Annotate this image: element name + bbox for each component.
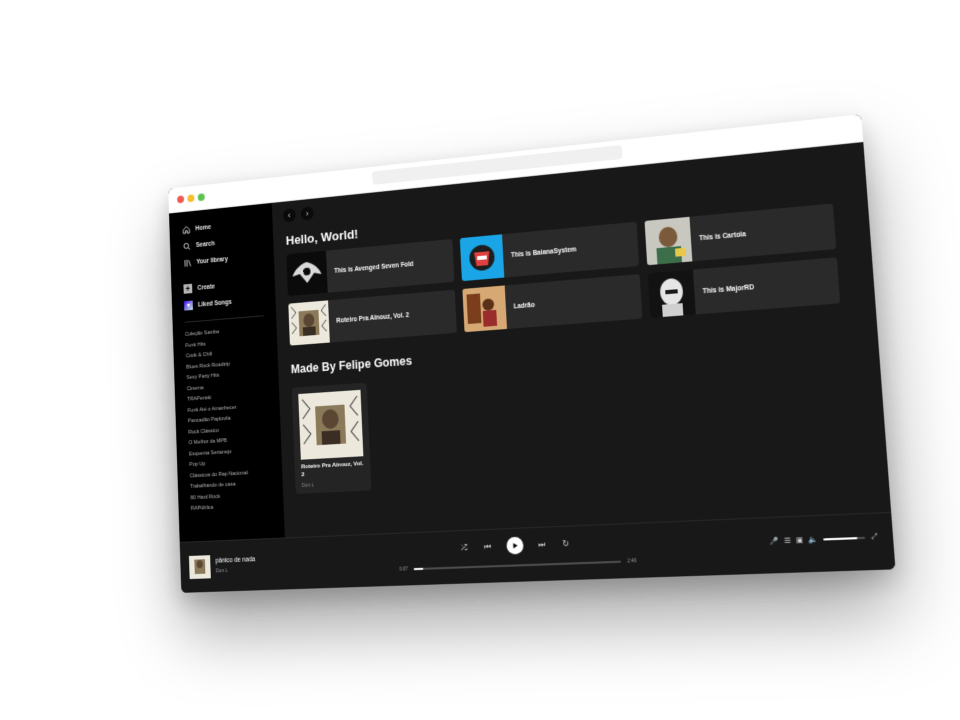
page-greeting: Hello, World!	[285, 226, 359, 248]
home-icon	[181, 224, 190, 234]
album-cover	[462, 285, 508, 333]
progress-row: 0:07 2:46	[399, 558, 636, 572]
fullscreen-icon[interactable]: ⤢	[871, 533, 878, 542]
album-card[interactable]: Roteiro Pra Aïnouz, Vol. 2 Don L	[291, 382, 372, 495]
quick-card[interactable]: This is Cartola	[644, 203, 837, 266]
progress-fill	[413, 567, 424, 570]
quick-card[interactable]: This is MajorRD	[647, 257, 841, 318]
library-icon	[183, 258, 192, 268]
volume-fill	[823, 537, 858, 541]
volume-slider[interactable]	[823, 536, 866, 541]
album-cover	[647, 269, 696, 318]
elapsed-time: 0:07	[399, 566, 408, 572]
create-label: Create	[197, 283, 216, 292]
quick-card-title: This is Avenged Seven Fold	[334, 260, 414, 275]
quick-card[interactable]: This is BaianaSystem	[459, 221, 640, 282]
sidebar: Home Search Your library + Create ♥ Like…	[169, 202, 285, 543]
repeat-icon[interactable]: ↻	[560, 539, 571, 549]
next-track-icon[interactable]: ⏭	[536, 539, 547, 550]
nav-home-label: Home	[195, 223, 212, 232]
queue-icon[interactable]: ☰	[784, 536, 791, 545]
search-icon	[182, 241, 191, 251]
screenshot-scene: Home Search Your library + Create ♥ Like…	[0, 0, 960, 720]
quick-card-title: This is BaianaSystem	[510, 245, 577, 259]
quick-card[interactable]: Ladrão	[462, 274, 643, 333]
album-title: Roteiro Pra Aïnouz, Vol. 2	[301, 461, 364, 478]
nav-library-label: Your library	[196, 255, 228, 266]
quick-card-title: This is Cartola	[698, 230, 747, 242]
album-cover	[298, 389, 364, 460]
browser-window: Home Search Your library + Create ♥ Like…	[168, 114, 896, 593]
section-title: Made By Felipe Gomes	[290, 353, 413, 377]
liked-songs-label: Liked Songs	[197, 298, 232, 309]
devices-icon[interactable]: ▣	[796, 536, 804, 545]
maximize-window-dot[interactable]	[197, 193, 205, 202]
quick-card[interactable]: This is Avenged Seven Fold	[286, 238, 455, 297]
forward-button[interactable]: ›	[300, 206, 314, 221]
play-icon	[512, 542, 518, 549]
minimize-window-dot[interactable]	[187, 194, 195, 203]
spotify-app: Home Search Your library + Create ♥ Like…	[169, 142, 896, 593]
album-cover	[459, 234, 505, 282]
heart-icon: ♥	[183, 300, 193, 311]
chevron-left-icon: ‹	[287, 210, 291, 221]
album-artist: Don L	[301, 482, 315, 489]
back-button[interactable]: ‹	[282, 208, 296, 223]
quick-card-title: This is MajorRD	[702, 283, 755, 295]
nav-search-label: Search	[195, 240, 215, 249]
lyrics-icon[interactable]: 🎤	[769, 537, 779, 546]
album-cover	[286, 250, 328, 297]
progress-bar[interactable]	[413, 560, 622, 570]
now-playing-artist[interactable]: Don L	[216, 568, 228, 574]
quick-access-grid: This is Avenged Seven Fold This is Baian…	[286, 202, 855, 346]
playlist-list: Coleção Samba Funk Hits Cook & Chill Blu…	[173, 323, 284, 516]
volume-icon[interactable]: 🔈	[808, 535, 819, 544]
shuffle-icon[interactable]: ⤮	[459, 542, 469, 552]
plus-icon: +	[183, 283, 193, 294]
total-duration: 2:46	[627, 558, 637, 564]
history-nav: ‹ ›	[282, 206, 314, 223]
main-content: ‹ › Hello, World! This is Avenged Seven …	[271, 142, 892, 539]
previous-track-icon[interactable]: ⏮	[482, 541, 492, 552]
sidebar-divider	[184, 315, 264, 323]
album-cover	[644, 216, 693, 266]
chevron-right-icon: ›	[305, 208, 309, 219]
quick-card-title: Roteiro Pra Aïnouz, Vol. 2	[336, 311, 410, 325]
play-button[interactable]	[505, 536, 524, 555]
quick-card[interactable]: Roteiro Pra Aïnouz, Vol. 2	[288, 289, 457, 346]
close-window-dot[interactable]	[177, 195, 185, 204]
quick-card-title: Ladrão	[513, 301, 535, 310]
album-cover	[288, 300, 330, 346]
